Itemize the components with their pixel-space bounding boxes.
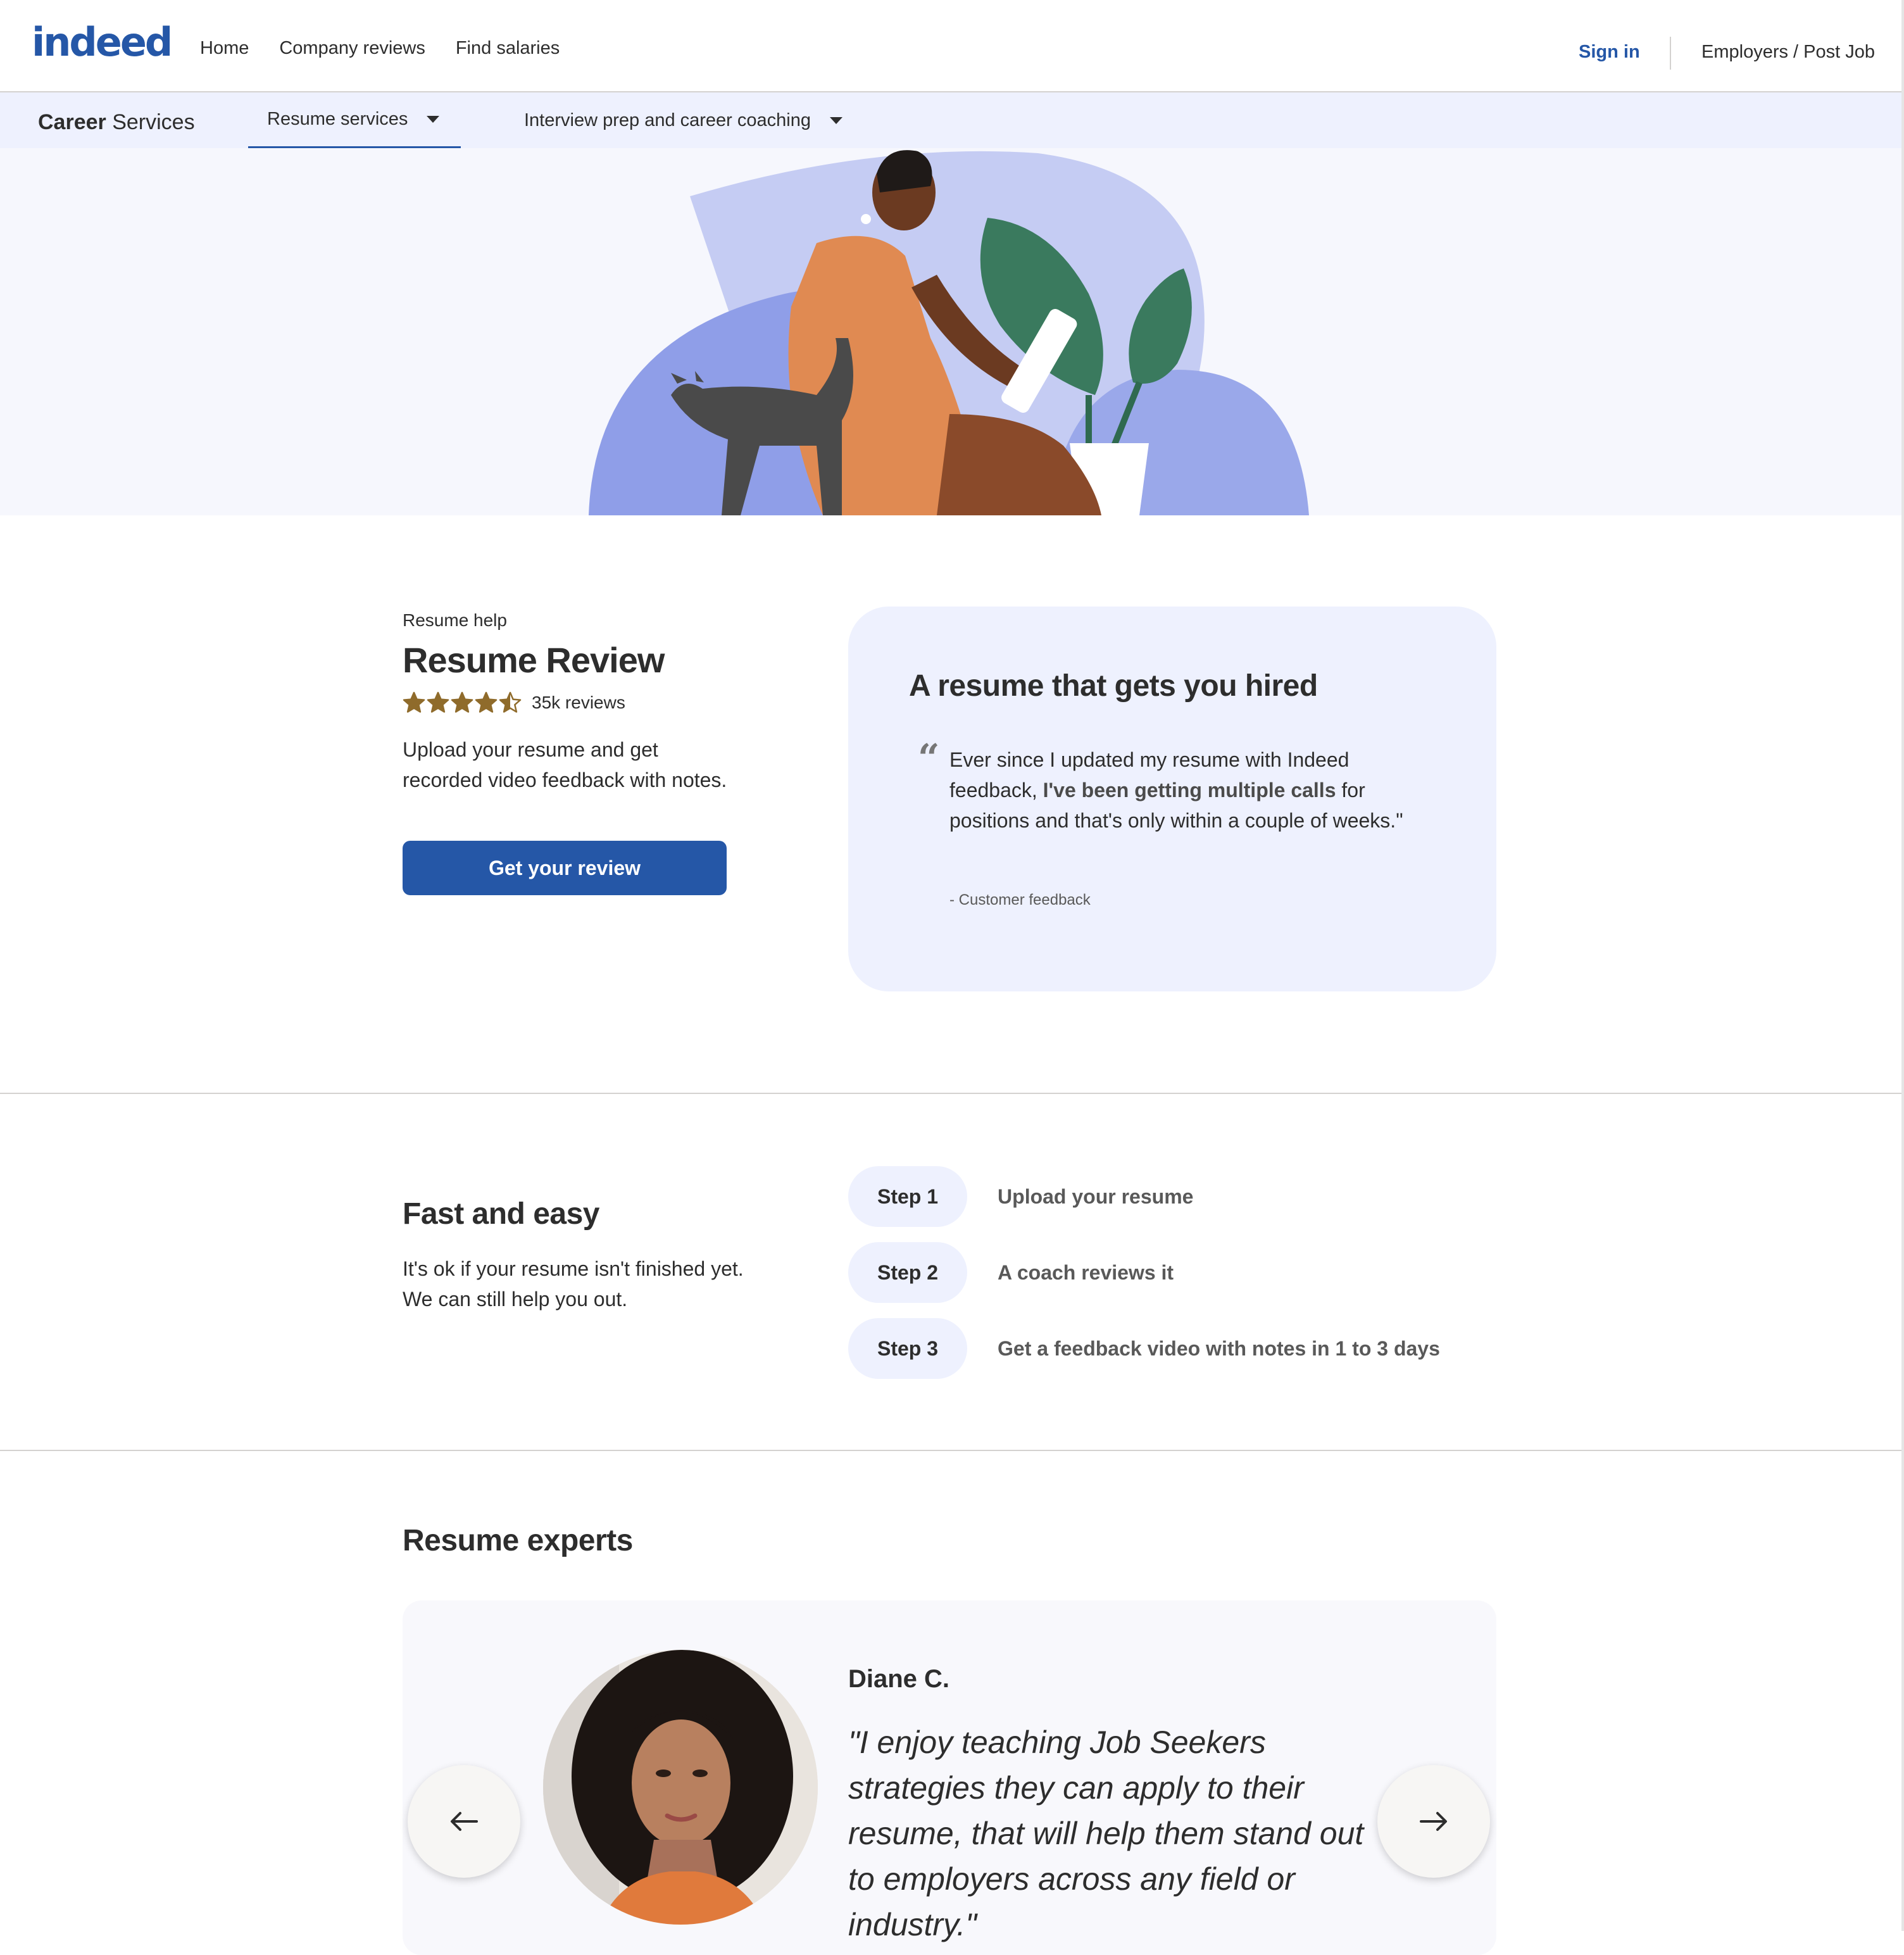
step-1-text: Upload your resume	[998, 1185, 1194, 1208]
carousel-prev-button[interactable]	[408, 1765, 520, 1878]
section-divider	[0, 1450, 1904, 1451]
nav-company-reviews[interactable]: Company reviews	[279, 38, 425, 59]
step-3-badge: Step 3	[848, 1318, 968, 1379]
nav-find-salaries[interactable]: Find salaries	[456, 38, 560, 59]
star-rating	[403, 691, 522, 714]
expert-avatar	[543, 1650, 818, 1925]
star-icon	[403, 691, 425, 713]
testimonial-title: A resume that gets you hired	[909, 669, 1318, 703]
main-nav: Home Company reviews Find salaries	[200, 38, 560, 59]
get-your-review-button[interactable]: Get your review	[403, 841, 727, 895]
page: indeed Home Company reviews Find salarie…	[0, 0, 1904, 1955]
tab-resume-services-label: Resume services	[267, 109, 408, 129]
logo-text: indeed	[32, 18, 173, 65]
hero-banner	[0, 148, 1904, 515]
arrow-right-icon	[1420, 1812, 1447, 1831]
top-header: indeed Home Company reviews Find salarie…	[0, 0, 1904, 92]
star-icon	[499, 691, 522, 713]
tab-interview-prep[interactable]: Interview prep and career coaching	[524, 92, 842, 148]
sign-in-link[interactable]: Sign in	[1579, 42, 1640, 63]
tab-resume-services[interactable]: Resume services	[248, 92, 461, 149]
experts-title: Resume experts	[403, 1524, 633, 1557]
testimonial-card: A resume that gets you hired “ Ever sinc…	[848, 607, 1496, 991]
caret-down-icon	[829, 116, 842, 124]
career-services-bar: Career Services Resume services Intervie…	[0, 92, 1904, 149]
step-3: Step 3 Get a feedback video with notes i…	[848, 1318, 1440, 1379]
rating: 35k reviews	[403, 691, 625, 714]
product-description: Upload your resume and get recorded vide…	[403, 738, 727, 791]
star-icon	[427, 691, 449, 713]
testimonial-source: - Customer feedback	[949, 891, 1091, 908]
testimonial-text: Ever since I updated my resume with Inde…	[949, 745, 1405, 836]
section-eyebrow: Resume help	[403, 610, 507, 630]
product-title: Resume Review	[403, 640, 665, 680]
career-services-title-bold: Career	[38, 110, 106, 134]
expert-name: Diane C.	[848, 1665, 950, 1693]
career-services-title[interactable]: Career Services	[38, 110, 195, 135]
page-scrollbar[interactable]	[1901, 0, 1904, 1931]
quote-icon: “	[918, 736, 940, 781]
review-count[interactable]: 35k reviews	[532, 693, 625, 713]
fast-easy-description: It's ok if your resume isn't finished ye…	[403, 1257, 744, 1311]
career-services-title-rest: Services	[106, 110, 195, 134]
star-icon	[451, 691, 473, 713]
expert-photo	[543, 1650, 818, 1925]
employers-post-job-link[interactable]: Employers / Post Job	[1701, 42, 1875, 63]
caret-down-icon	[427, 116, 440, 123]
carousel-next-button[interactable]	[1377, 1765, 1490, 1878]
fast-easy-title: Fast and easy	[403, 1197, 599, 1231]
hero-illustration	[589, 150, 1309, 515]
step-3-text: Get a feedback video with notes in 1 to …	[998, 1336, 1440, 1360]
step-2-text: A coach reviews it	[998, 1260, 1174, 1284]
step-2: Step 2 A coach reviews it	[848, 1242, 1174, 1303]
star-icon	[475, 691, 498, 713]
section-divider	[0, 1093, 1904, 1094]
nav-home[interactable]: Home	[200, 38, 249, 59]
expert-quote: "I enjoy teaching Job Seekers strategies…	[848, 1725, 1364, 1942]
step-2-badge: Step 2	[848, 1242, 968, 1303]
header-divider	[1670, 37, 1671, 70]
tab-interview-prep-label: Interview prep and career coaching	[524, 110, 811, 130]
step-1: Step 1 Upload your resume	[848, 1166, 1193, 1227]
indeed-logo[interactable]: indeed	[32, 16, 173, 67]
step-1-badge: Step 1	[848, 1166, 968, 1227]
testimonial-text-highlight: I've been getting multiple calls	[1043, 779, 1336, 801]
arrow-left-icon	[451, 1812, 478, 1831]
